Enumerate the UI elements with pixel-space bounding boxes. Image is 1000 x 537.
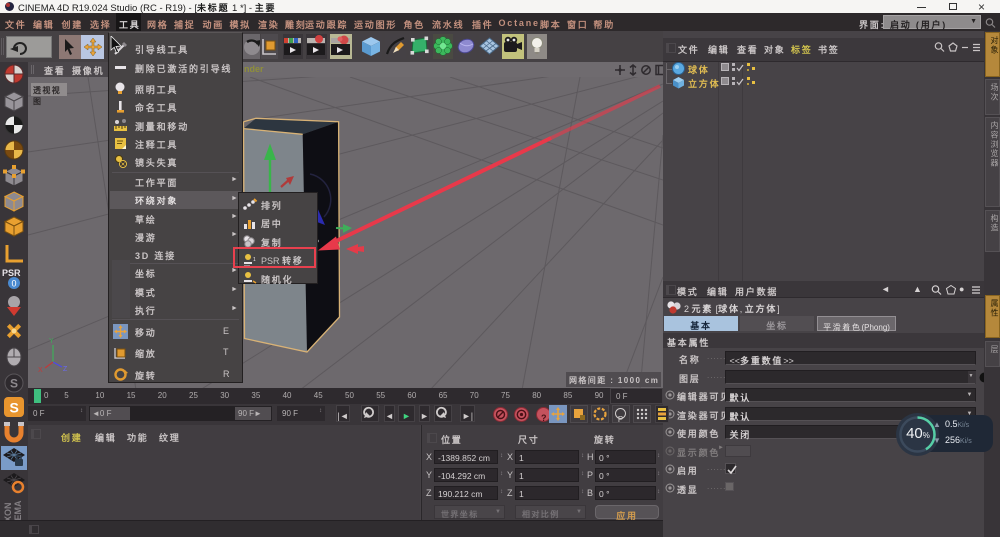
svg-text:PSR: PSR — [2, 268, 21, 278]
svg-text:S: S — [10, 400, 19, 416]
svg-text:S: S — [10, 377, 18, 391]
svg-text:0: 0 — [12, 279, 17, 289]
svg-text:X: X — [38, 367, 43, 374]
svg-text:Z: Z — [63, 366, 68, 373]
svg-text:Y: Y — [49, 338, 54, 345]
